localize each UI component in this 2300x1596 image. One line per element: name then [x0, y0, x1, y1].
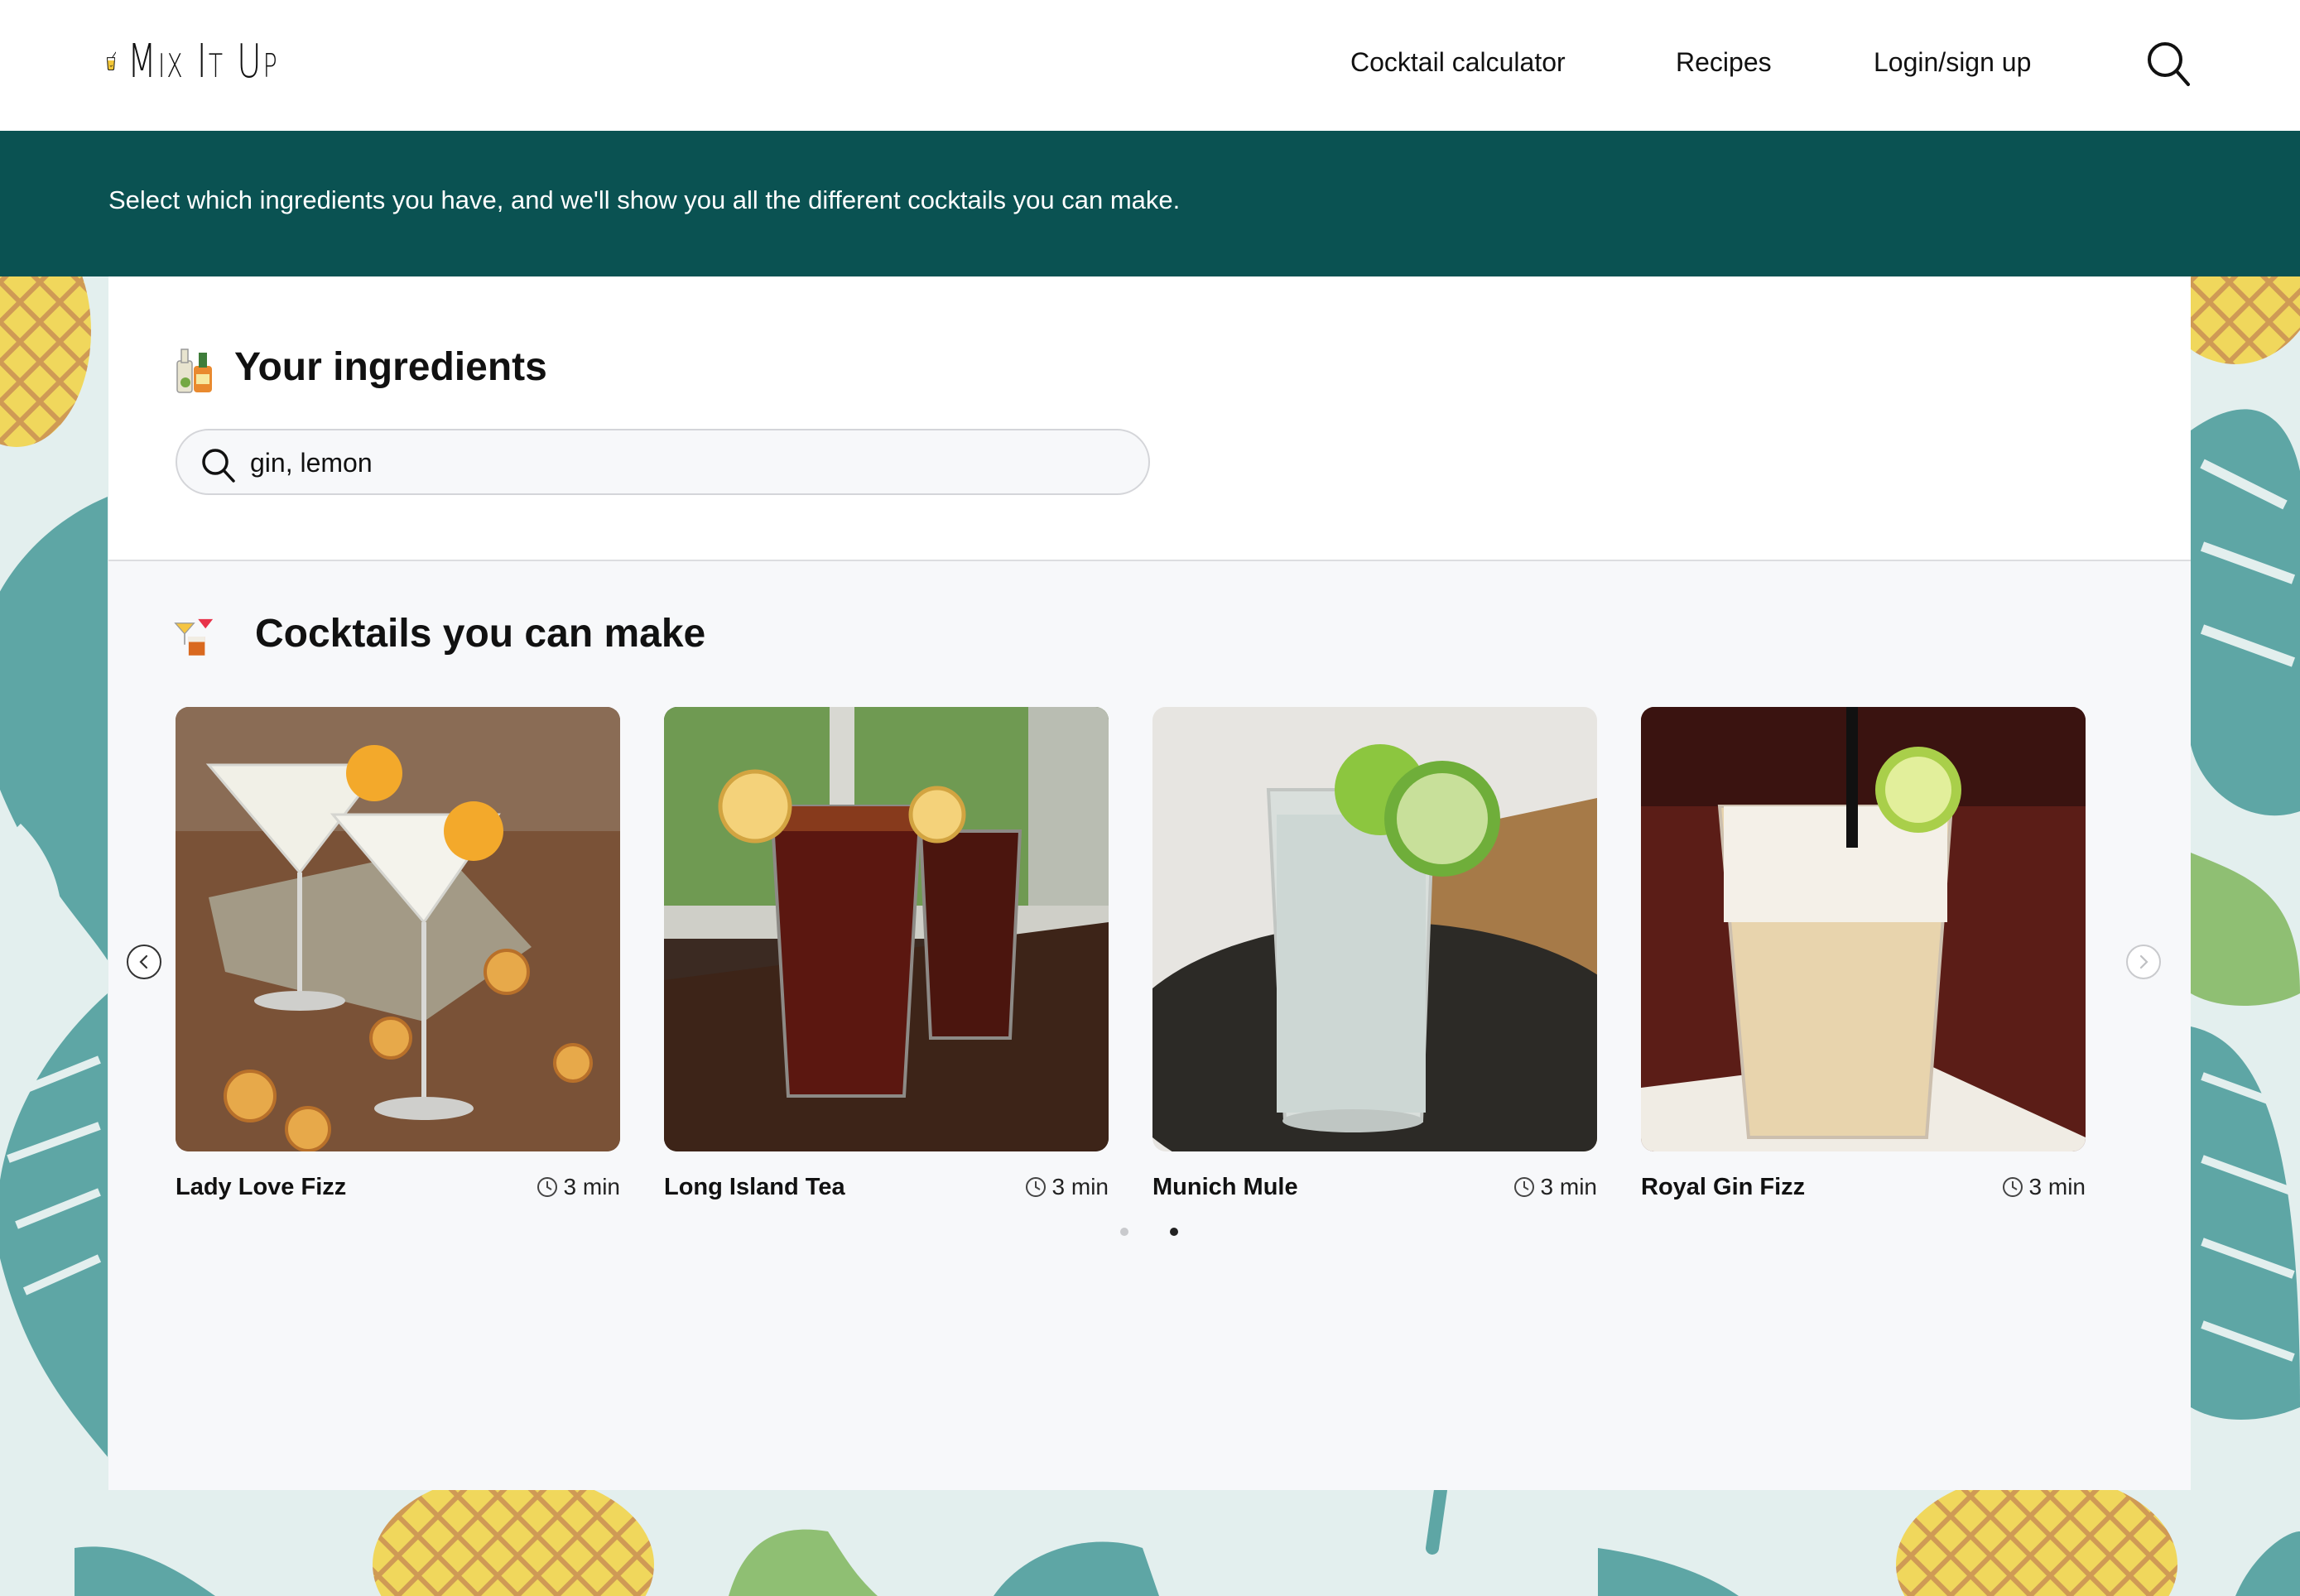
- cocktail-card-royal-gin-fizz[interactable]: Royal Gin Fizz 3 min: [1641, 707, 2086, 1200]
- cocktail-photo: [1152, 707, 1597, 1151]
- prep-time-value: 3 min: [1051, 1174, 1109, 1199]
- search-icon: [202, 449, 235, 483]
- clock-icon: [1513, 1177, 1534, 1197]
- clock-icon: [537, 1177, 557, 1197]
- ingredients-section: Your ingredients: [108, 276, 2191, 561]
- cocktail-glass-logo-icon: [106, 51, 117, 71]
- search-icon[interactable]: [2145, 40, 2192, 88]
- carousel-next-button[interactable]: [2126, 945, 2161, 979]
- chevron-right-icon: [2139, 954, 2148, 969]
- cocktail-photo: [176, 707, 620, 1151]
- prep-time: 3 min: [536, 1174, 620, 1200]
- cocktail-carousel: Lady Love Fizz 3 min Long Island Tea 3 m…: [108, 707, 2191, 1220]
- prep-time: 3 min: [1024, 1174, 1109, 1200]
- cocktails-title: Cocktails you can make: [255, 612, 706, 656]
- cocktail-photo: [1641, 707, 2086, 1151]
- site-logo[interactable]: Mix It Up: [106, 22, 338, 101]
- cocktail-card-long-island-tea[interactable]: Long Island Tea 3 min: [664, 707, 1109, 1200]
- prep-time-value: 3 min: [2028, 1174, 2086, 1199]
- carousel-pagination: [1120, 1228, 1186, 1239]
- cocktail-name: Long Island Tea: [664, 1174, 845, 1200]
- prep-time: 3 min: [2001, 1174, 2086, 1200]
- pagination-dot-1[interactable]: [1120, 1228, 1128, 1236]
- cocktail-photo: [664, 707, 1109, 1151]
- prep-time-value: 3 min: [1540, 1174, 1597, 1199]
- cocktail-name: Munich Mule: [1152, 1174, 1298, 1200]
- prep-time: 3 min: [1513, 1174, 1597, 1200]
- ingredient-search-input[interactable]: [250, 439, 1128, 487]
- ingredient-search-field[interactable]: [176, 429, 1150, 495]
- cocktail-card-lady-love-fizz[interactable]: Lady Love Fizz 3 min: [176, 707, 620, 1200]
- intro-banner: Select which ingredients you have, and w…: [0, 131, 2300, 276]
- banner-text: Select which ingredients you have, and w…: [108, 185, 1181, 214]
- carousel-previous-button[interactable]: [127, 945, 161, 979]
- nav-login-signup[interactable]: Login/sign up: [1874, 47, 2031, 78]
- nav-recipes[interactable]: Recipes: [1676, 47, 1772, 78]
- cocktail-glasses-icon: [174, 618, 214, 656]
- pagination-dot-2-active[interactable]: [1170, 1228, 1178, 1236]
- cocktail-name: Royal Gin Fizz: [1641, 1174, 1806, 1200]
- cocktail-card-munich-mule[interactable]: Munich Mule 3 min: [1152, 707, 1597, 1200]
- chevron-left-icon: [139, 954, 148, 969]
- clock-icon: [1025, 1177, 1046, 1197]
- top-navigation-bar: Mix It Up Cocktail calculator Recipes Lo…: [0, 0, 2300, 131]
- nav-cocktail-calculator[interactable]: Cocktail calculator: [1350, 47, 1566, 78]
- cocktail-name: Lady Love Fizz: [176, 1174, 347, 1200]
- main-panel: Your ingredients Cocktails you can make: [108, 276, 2191, 1490]
- prep-time-value: 3 min: [563, 1174, 620, 1199]
- logo-text: Mix It Up: [128, 34, 279, 89]
- ingredients-title: Your ingredients: [234, 345, 547, 389]
- clock-icon: [2002, 1177, 2023, 1197]
- bottles-icon: [176, 349, 212, 393]
